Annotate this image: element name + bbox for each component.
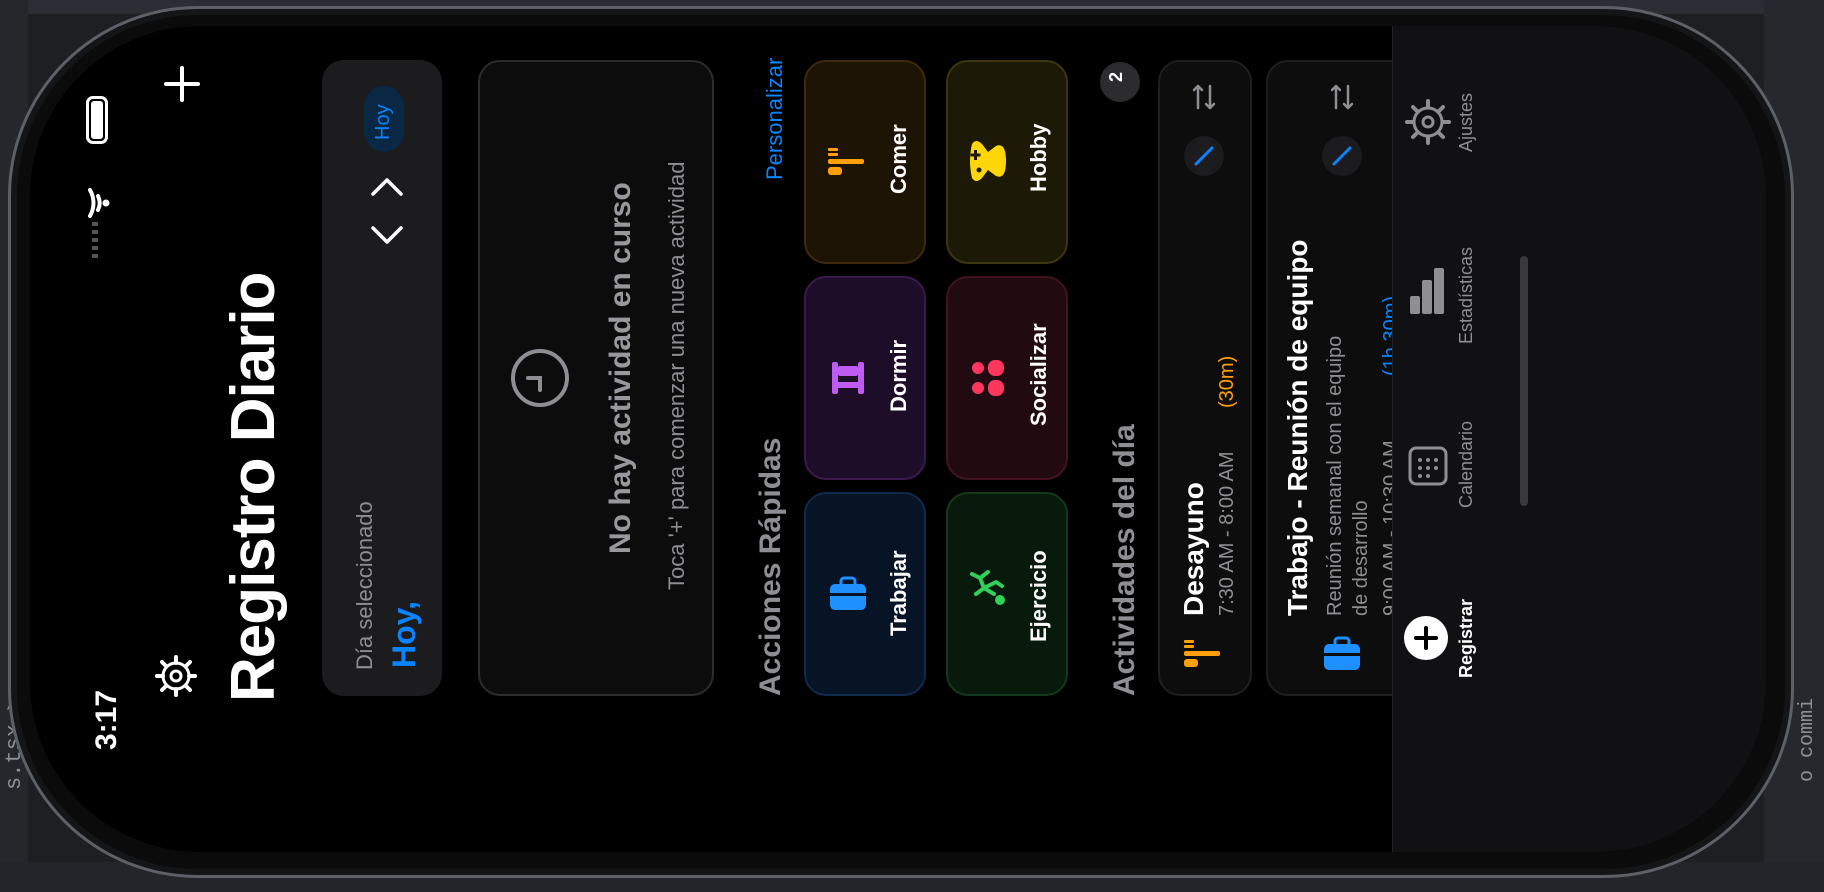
briefcase-icon — [1320, 632, 1364, 676]
tab-estadisticas-label: Estadísticas — [1456, 246, 1476, 344]
quick-actions-heading: Acciones Rápidas — [754, 437, 787, 696]
quick-action-comer-label: Comer — [886, 124, 911, 194]
tab-calendario-label: Calendario — [1456, 420, 1476, 508]
running-icon — [966, 566, 1010, 610]
reorder-arrows-icon[interactable] — [1330, 82, 1354, 112]
app-screen: 3:17 Registro Diario Día seleccionado Ho… — [30, 26, 1766, 852]
gamepad-icon — [966, 136, 1010, 186]
customize-link[interactable]: Personalizar — [762, 58, 788, 180]
calendar-icon[interactable] — [1408, 446, 1448, 486]
briefcase-icon — [826, 572, 870, 616]
quick-action-dormir-label: Dormir — [886, 339, 911, 412]
home-indicator — [1520, 256, 1528, 506]
settings-gear-icon[interactable] — [154, 654, 198, 698]
activity-description-line1: Reunión semanal con el equipo — [1324, 335, 1346, 616]
quick-action-hobby-label: Hobby — [1026, 123, 1051, 192]
quick-action-socializar-label: Socializar — [1026, 323, 1051, 426]
day-selector-card — [322, 60, 442, 696]
bed-icon — [826, 356, 870, 400]
current-activity-subtitle: Toca '+' para comenzar una nueva activid… — [664, 161, 689, 591]
add-activity-plus-icon[interactable] — [162, 64, 202, 104]
plus-circle-icon — [1414, 626, 1438, 650]
chart-icon[interactable] — [1408, 266, 1448, 316]
day-activities-heading: Actividades del día — [1108, 424, 1141, 696]
activity-description-line2: de desarrollo — [1350, 500, 1372, 616]
signal-dots — [92, 222, 98, 258]
edit-pencil-button[interactable] — [1322, 136, 1362, 176]
activities-count-badge: 2 — [1100, 62, 1140, 102]
clock-icon — [508, 346, 572, 410]
chevron-down-icon[interactable] — [370, 224, 404, 248]
tab-ajustes-label: Ajustes — [1456, 92, 1476, 152]
tab-registrar-label: Registrar — [1456, 598, 1476, 678]
today-button-label: Hoy — [372, 104, 394, 140]
people-icon — [966, 356, 1010, 400]
wifi-icon — [86, 186, 118, 218]
chevron-up-icon[interactable] — [370, 174, 404, 198]
current-activity-title: No hay actividad en curso — [604, 182, 637, 554]
quick-action-trabajar-label: Trabajar — [886, 550, 911, 636]
fork-knife-icon — [1180, 634, 1224, 674]
edit-pencil-button[interactable] — [1184, 136, 1224, 176]
backdrop-right-text: o commi — [1796, 697, 1819, 782]
page-title: Registro Diario — [219, 272, 288, 702]
tab-registrar[interactable] — [1404, 616, 1448, 660]
fork-knife-icon — [824, 140, 868, 184]
activity-time: 7:30 AM - 8:00 AM — [1216, 451, 1238, 616]
gear-icon[interactable] — [1404, 98, 1452, 146]
tab-bar — [1392, 26, 1766, 852]
day-selector-value: Hoy, — [386, 601, 422, 668]
activity-duration: (30m) — [1216, 355, 1238, 408]
activity-title: Desayuno — [1178, 482, 1209, 616]
reorder-arrows-icon[interactable] — [1192, 82, 1216, 112]
status-time: 3:17 — [90, 689, 123, 750]
day-selector-caption: Día seleccionado — [352, 501, 377, 670]
quick-action-ejercicio-label: Ejercicio — [1026, 550, 1051, 642]
battery-icon — [86, 96, 108, 144]
activity-title: Trabajo - Reunión de equipo — [1282, 239, 1313, 616]
